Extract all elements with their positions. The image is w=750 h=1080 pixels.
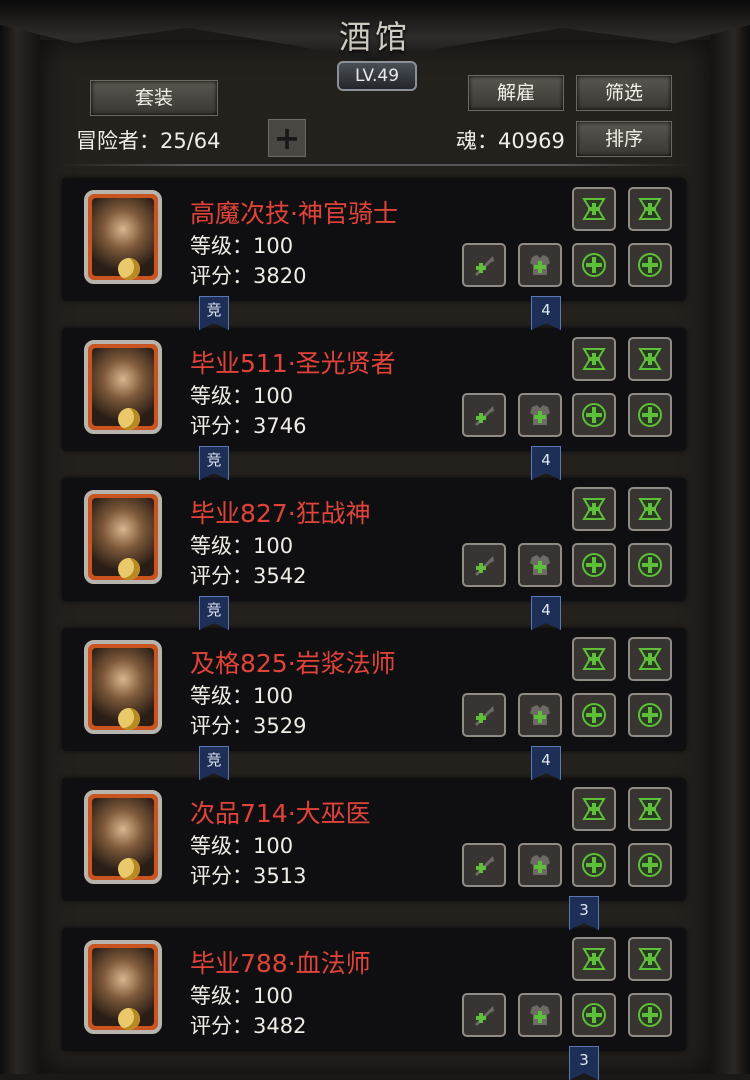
weapon-slot[interactable] <box>462 243 506 287</box>
moon-icon <box>118 408 140 430</box>
rune-slot[interactable] <box>628 187 672 231</box>
hero-score: 评分：3542 <box>190 564 307 588</box>
hero-name: 毕业788·血法师 <box>190 949 371 978</box>
weapon-slot[interactable] <box>462 693 506 737</box>
hero-card[interactable]: 及格825·岩浆法师 等级：100 评分：3529 <box>62 628 686 751</box>
rune-slot[interactable] <box>572 337 616 381</box>
hero-score: 评分：3513 <box>190 864 307 888</box>
hero-card[interactable]: 毕业827·狂战神 等级：100 评分：3542 <box>62 478 686 601</box>
hero-card[interactable]: 毕业788·血法师 等级：100 评分：3482 <box>62 928 686 1051</box>
hero-level: 等级：100 <box>190 384 294 408</box>
accessory-slot[interactable] <box>572 243 616 287</box>
moon-icon <box>118 858 140 880</box>
soul-count: 魂：40969 <box>456 129 565 153</box>
moon-icon <box>118 258 140 280</box>
weapon-slot[interactable] <box>462 543 506 587</box>
dismiss-button[interactable]: 解雇 <box>468 75 564 111</box>
rune-slot[interactable] <box>572 787 616 831</box>
accessory-slot[interactable] <box>628 543 672 587</box>
accessory-slot[interactable] <box>628 843 672 887</box>
moon-icon <box>118 558 140 580</box>
accessory-slot[interactable] <box>628 993 672 1037</box>
hero-name: 毕业827·狂战神 <box>190 499 371 528</box>
accessory-slot[interactable] <box>572 393 616 437</box>
moon-icon <box>118 1008 140 1030</box>
hero-level: 等级：100 <box>190 234 294 258</box>
rune-slot[interactable] <box>628 337 672 381</box>
rank-tag: 3 <box>569 1046 599 1080</box>
hero-score: 评分：3482 <box>190 1014 307 1038</box>
hero-name: 高魔次技·神官骑士 <box>190 199 398 228</box>
accessory-slot[interactable] <box>628 243 672 287</box>
hero-name: 毕业511·圣光贤者 <box>190 349 396 378</box>
accessory-slot[interactable] <box>572 993 616 1037</box>
frame-left <box>0 0 40 1074</box>
armor-slot[interactable] <box>518 993 562 1037</box>
level-badge: LV.49 <box>337 61 417 91</box>
filter-button[interactable]: 筛选 <box>576 75 672 111</box>
add-adventurer-button[interactable]: + <box>268 119 306 157</box>
hero-name: 次品714·大巫医 <box>190 799 371 828</box>
hero-score: 评分：3820 <box>190 264 307 288</box>
hero-level: 等级：100 <box>190 684 294 708</box>
rune-slot[interactable] <box>572 487 616 531</box>
accessory-slot[interactable] <box>572 543 616 587</box>
accessory-slot[interactable] <box>628 693 672 737</box>
rune-slot[interactable] <box>572 937 616 981</box>
armor-slot[interactable] <box>518 693 562 737</box>
rune-slot[interactable] <box>628 637 672 681</box>
rune-slot[interactable] <box>628 487 672 531</box>
frame-right <box>710 0 750 1074</box>
rune-slot[interactable] <box>572 187 616 231</box>
accessory-slot[interactable] <box>572 693 616 737</box>
weapon-slot[interactable] <box>462 843 506 887</box>
set-button[interactable]: 套装 <box>90 80 218 116</box>
rune-slot[interactable] <box>628 787 672 831</box>
hero-level: 等级：100 <box>190 984 294 1008</box>
armor-slot[interactable] <box>518 843 562 887</box>
rune-slot[interactable] <box>628 937 672 981</box>
armor-slot[interactable] <box>518 243 562 287</box>
hero-name: 及格825·岩浆法师 <box>190 649 396 678</box>
page-title: 酒馆 <box>338 18 411 56</box>
hero-card[interactable]: 毕业511·圣光贤者 等级：100 评分：3746 <box>62 328 686 451</box>
divider <box>62 164 688 166</box>
adventurer-count: 冒险者：25/64 <box>76 129 221 153</box>
armor-slot[interactable] <box>518 393 562 437</box>
sort-button[interactable]: 排序 <box>576 121 672 157</box>
hero-card[interactable]: 高魔次技·神官骑士 等级：100 评分：3820 <box>62 178 686 301</box>
hero-level: 等级：100 <box>190 834 294 858</box>
armor-slot[interactable] <box>518 543 562 587</box>
rune-slot[interactable] <box>572 637 616 681</box>
hero-card[interactable]: 次品714·大巫医 等级：100 评分：3513 <box>62 778 686 901</box>
hero-level: 等级：100 <box>190 534 294 558</box>
hero-score: 评分：3529 <box>190 714 307 738</box>
moon-icon <box>118 708 140 730</box>
weapon-slot[interactable] <box>462 393 506 437</box>
accessory-slot[interactable] <box>628 393 672 437</box>
accessory-slot[interactable] <box>572 843 616 887</box>
weapon-slot[interactable] <box>462 993 506 1037</box>
hero-score: 评分：3746 <box>190 414 307 438</box>
